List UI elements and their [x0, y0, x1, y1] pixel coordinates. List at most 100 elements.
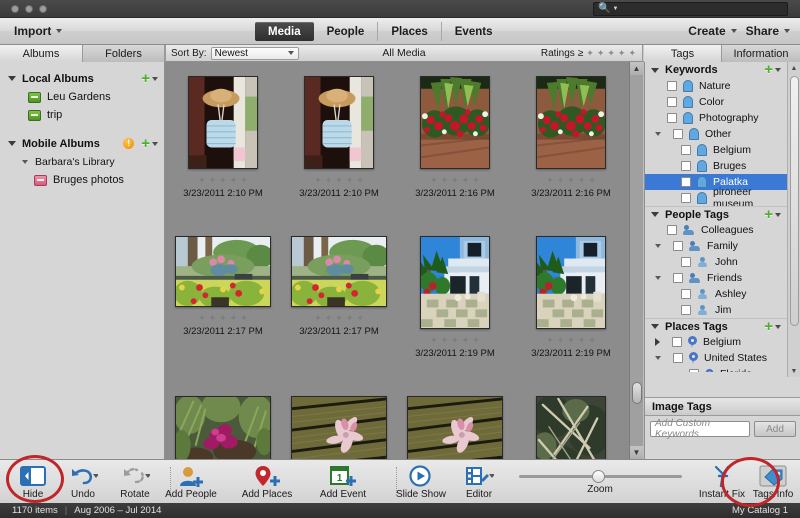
add-local-album-group[interactable]: + — [141, 71, 158, 86]
plus-icon[interactable]: + — [764, 207, 773, 222]
search-input[interactable]: 🔍 ▼ — [593, 2, 788, 16]
star-icon[interactable]: ✦ — [588, 175, 596, 186]
grid-item[interactable]: ✦ ✦ ✦ ✦ ✦ 3/23/2011 2:19 PM — [397, 222, 513, 359]
star-icon[interactable]: ✦ — [209, 175, 217, 186]
photo-thumbnail[interactable] — [188, 76, 258, 169]
disclosure-triangle-icon[interactable] — [651, 67, 659, 73]
star-icon[interactable]: ✦ — [546, 335, 554, 346]
checkbox[interactable] — [672, 337, 682, 347]
disclosure-triangle-icon[interactable] — [8, 141, 16, 146]
photo-thumbnail[interactable] — [175, 396, 271, 459]
sidebar-group-local-albums[interactable]: Local Albums + — [0, 69, 164, 88]
tab-events[interactable]: Events — [442, 22, 506, 41]
plus-icon[interactable]: + — [764, 62, 773, 77]
rating-stars[interactable]: ✦ ✦ ✦ ✦ ✦ — [430, 175, 480, 186]
grid-item[interactable] — [513, 382, 629, 459]
checkbox[interactable] — [681, 161, 691, 171]
rating-stars[interactable]: ✦ ✦ ✦ ✦ ✦ — [198, 175, 248, 186]
add-places-button[interactable]: Add Places — [236, 464, 298, 500]
tag-row-jim[interactable]: Jim — [645, 302, 787, 318]
tag-row-colleagues[interactable]: Colleagues — [645, 222, 787, 238]
star-icon[interactable]: ✦ — [557, 335, 565, 346]
tag-row-family[interactable]: Family — [645, 238, 787, 254]
checkbox[interactable] — [681, 305, 691, 315]
star-icon[interactable]: ✦ — [430, 175, 438, 186]
tag-row-bruges[interactable]: Bruges — [645, 158, 787, 174]
scroll-up-icon[interactable]: ▲ — [630, 62, 643, 75]
tab-information[interactable]: Information — [722, 45, 800, 62]
sidebar-group-mobile-albums[interactable]: Mobile Albums ! + — [0, 134, 164, 153]
chevron-down-icon[interactable] — [784, 29, 790, 33]
ratings-filter[interactable]: Ratings ≥ ✦ ✦ ✦ ✦ ✦ — [541, 48, 636, 59]
star-icon[interactable]: ✦ — [314, 175, 322, 186]
sidebar-item-leu-gardens[interactable]: Leu Gardens — [0, 88, 164, 106]
tab-people[interactable]: People — [314, 22, 379, 41]
star-icon[interactable]: ✦ — [230, 313, 238, 324]
checkbox[interactable] — [681, 289, 691, 299]
photo-thumbnail[interactable] — [536, 76, 606, 169]
chevron-down-icon[interactable] — [287, 51, 294, 55]
rating-stars[interactable]: ✦ ✦ ✦ ✦ ✦ — [314, 175, 364, 186]
disclosure-triangle-icon[interactable] — [655, 356, 661, 360]
chevron-down-icon[interactable] — [775, 212, 781, 217]
photo-thumbnail[interactable] — [536, 236, 606, 329]
scrollbar-thumb[interactable] — [632, 382, 642, 404]
rating-stars[interactable]: ✦ ✦ ✦ ✦ ✦ — [314, 313, 364, 324]
star-icon[interactable]: ✦ — [325, 175, 333, 186]
checkbox[interactable] — [667, 225, 677, 235]
zoom-button-icon[interactable] — [39, 4, 47, 13]
grid-item[interactable]: ✦ ✦ ✦ ✦ ✦ 3/23/2011 2:17 PM — [165, 222, 281, 337]
star-icon[interactable]: ✦ — [240, 313, 248, 324]
tag-row-florida[interactable]: Florida — [645, 366, 787, 372]
add-keyword-group[interactable]: + — [764, 62, 781, 77]
star-icon[interactable]: ✦ — [628, 48, 636, 59]
disclosure-triangle-icon[interactable] — [655, 338, 660, 346]
star-icon[interactable]: ✦ — [430, 335, 438, 346]
star-icon[interactable]: ✦ — [230, 175, 238, 186]
star-icon[interactable]: ✦ — [335, 313, 343, 324]
star-icon[interactable]: ✦ — [607, 48, 615, 59]
create-menu[interactable]: Create — [688, 24, 737, 38]
window-controls[interactable] — [11, 4, 47, 13]
star-icon[interactable]: ✦ — [240, 175, 248, 186]
tag-row-place-belgium[interactable]: Belgium — [645, 334, 787, 350]
scroll-down-icon[interactable]: ▼ — [630, 446, 643, 459]
star-icon[interactable]: ✦ — [588, 335, 596, 346]
star-icon[interactable]: ✦ — [597, 48, 605, 59]
add-people-button[interactable]: Add People — [160, 464, 222, 500]
sidebar-item-trip[interactable]: trip — [0, 106, 164, 124]
grid-item[interactable]: ✦ ✦ ✦ ✦ ✦ 3/23/2011 2:10 PM — [165, 62, 281, 199]
rotate-button[interactable]: Rotate — [104, 464, 166, 500]
rating-stars[interactable]: ✦ ✦ ✦ ✦ ✦ — [198, 313, 248, 324]
star-icon[interactable]: ✦ — [472, 175, 480, 186]
star-icon[interactable]: ✦ — [578, 175, 586, 186]
star-icon[interactable]: ✦ — [557, 175, 565, 186]
disclosure-triangle-icon[interactable] — [22, 160, 28, 164]
star-icon[interactable]: ✦ — [618, 48, 626, 59]
star-icon[interactable]: ✦ — [472, 335, 480, 346]
rating-stars[interactable]: ✦ ✦ ✦ ✦ ✦ — [546, 335, 596, 346]
checkbox[interactable] — [681, 193, 691, 203]
checkbox[interactable] — [667, 97, 677, 107]
plus-icon[interactable]: + — [764, 319, 773, 334]
disclosure-triangle-icon[interactable] — [651, 324, 659, 329]
slide-show-button[interactable]: Slide Show — [390, 464, 452, 500]
import-menu[interactable]: Import — [14, 24, 63, 38]
sort-by-select[interactable]: Newest — [210, 46, 299, 60]
ratings-stars[interactable]: ✦ ✦ ✦ ✦ ✦ — [586, 48, 636, 59]
grid-item[interactable]: ✦ ✦ ✦ ✦ ✦ 3/23/2011 2:10 PM — [281, 62, 397, 199]
share-menu[interactable]: Share — [746, 24, 790, 38]
chevron-down-icon[interactable] — [56, 29, 63, 33]
tag-row-nature[interactable]: Nature — [645, 78, 787, 94]
grid-item[interactable] — [165, 382, 281, 459]
grid-scrollbar[interactable]: ▲ ▼ — [629, 62, 643, 459]
chevron-down-icon[interactable] — [775, 68, 781, 72]
disclosure-triangle-icon[interactable] — [655, 132, 661, 136]
zoom-slider-track[interactable] — [518, 470, 682, 483]
disclosure-triangle-icon[interactable] — [655, 244, 661, 248]
tab-media[interactable]: Media — [255, 22, 314, 41]
tab-folders[interactable]: Folders — [83, 45, 165, 62]
star-icon[interactable]: ✦ — [567, 335, 575, 346]
photo-thumbnail[interactable] — [407, 396, 503, 459]
zoom-control[interactable]: Zoom — [485, 467, 715, 495]
